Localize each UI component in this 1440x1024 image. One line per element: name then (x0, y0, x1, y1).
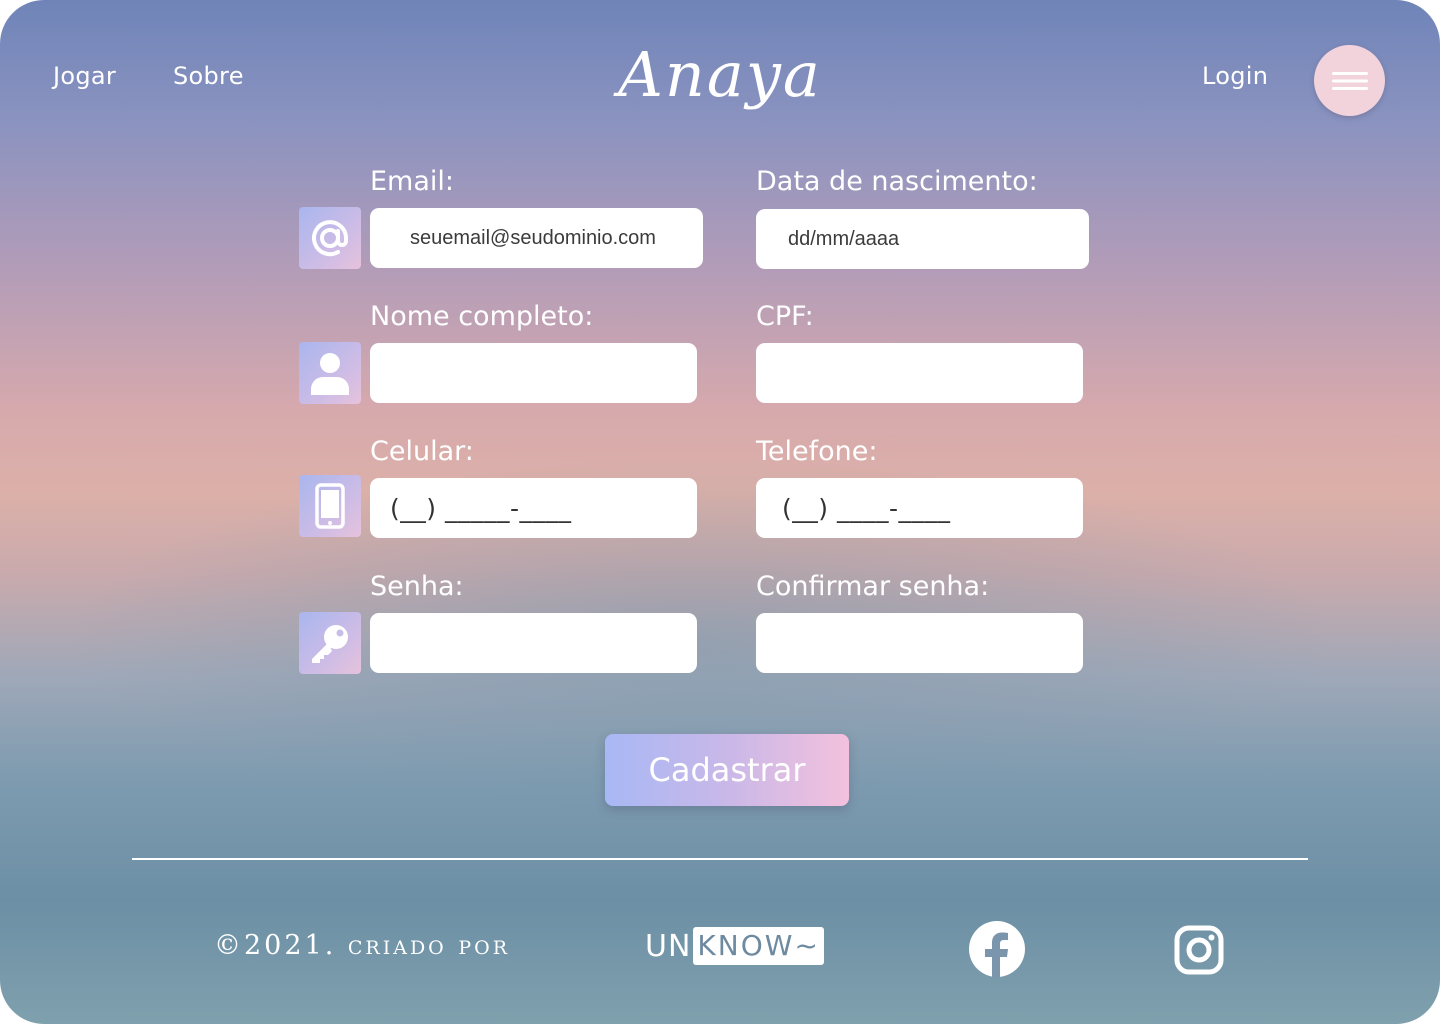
cpf-label: CPF: (756, 301, 814, 332)
mobile-icon-tile (299, 475, 361, 537)
key-icon (312, 625, 348, 663)
email-icon-tile (299, 207, 361, 269)
instagram-link[interactable] (1174, 925, 1224, 975)
logo-boxed: KNOW~ (693, 927, 824, 965)
cpf-field[interactable] (756, 343, 1083, 403)
birth-date-label: Data de nascimento: (756, 166, 1038, 197)
mobile-field[interactable]: (__) _____-____ (370, 478, 697, 538)
password-field[interactable] (370, 613, 697, 673)
unknown-logo[interactable]: UN KNOW~ (645, 926, 824, 966)
email-label: Email: (370, 166, 455, 197)
confirm-password-field[interactable] (756, 613, 1083, 673)
user-icon (311, 353, 349, 395)
footer-copyright: ©2021. criado por (214, 930, 511, 961)
password-icon-tile (299, 612, 361, 674)
email-field[interactable] (370, 208, 703, 268)
facebook-icon (969, 921, 1025, 978)
nav-link-login[interactable]: Login (1202, 62, 1268, 90)
name-icon-tile (299, 342, 361, 404)
logo-prefix: UN (645, 928, 692, 964)
full-name-label: Nome completo: (370, 301, 594, 332)
footer-divider (132, 858, 1308, 860)
signup-page: Jogar Sobre Anaya Login Email: Data de n… (0, 0, 1440, 1024)
phone-mask: (__) ____-____ (782, 493, 951, 523)
birth-date-field[interactable] (756, 209, 1089, 269)
at-sign-icon (312, 220, 348, 257)
confirm-password-label: Confirmar senha: (756, 571, 990, 602)
password-label: Senha: (370, 571, 464, 602)
hamburger-menu-icon (1331, 71, 1368, 90)
cadastrar-button[interactable]: Cadastrar (605, 734, 849, 806)
mobile-mask: (__) _____-____ (390, 493, 572, 523)
mobile-label: Celular: (370, 436, 474, 467)
phone-label: Telefone: (756, 436, 878, 467)
instagram-icon (1174, 925, 1224, 975)
full-name-field[interactable] (370, 343, 697, 403)
menu-button[interactable] (1314, 45, 1385, 116)
phone-field[interactable]: (__) ____-____ (756, 478, 1083, 538)
facebook-link[interactable] (968, 920, 1026, 978)
smartphone-icon (315, 483, 345, 529)
